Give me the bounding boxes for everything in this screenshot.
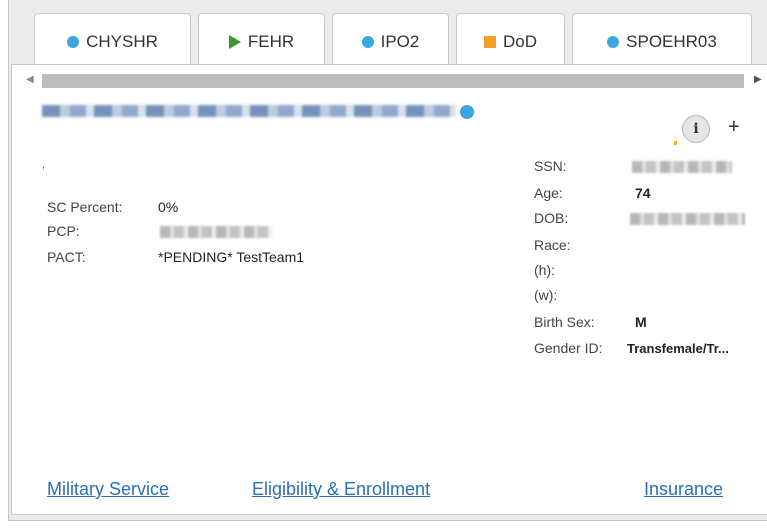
tab-dod[interactable]: DoD	[456, 13, 565, 65]
scroll-left-icon[interactable]: ◀	[26, 74, 34, 85]
insurance-link[interactable]: Insurance	[644, 479, 723, 500]
status-square-icon	[483, 36, 496, 48]
tab-label: DoD	[502, 32, 537, 51]
patient-details-panel: ◀ ▶ i + , SC Percent: 0% PCP: PACT: *PEN…	[11, 64, 767, 515]
add-icon[interactable]: +	[728, 117, 740, 137]
military-service-link[interactable]: Military Service	[47, 479, 169, 500]
status-dot-icon	[361, 36, 374, 48]
birth-sex-label: Birth Sex:	[534, 314, 595, 330]
marker-icon	[674, 141, 677, 145]
tab-spoehr03[interactable]: SPOEHR03	[572, 13, 752, 65]
pact-value: *PENDING* TestTeam1	[158, 249, 305, 265]
scrollbar-thumb[interactable]	[42, 74, 744, 88]
pact-label: PACT:	[47, 249, 86, 265]
tab-chyshr[interactable]: CHYSHR	[34, 13, 191, 65]
ssn-label: SSN:	[534, 158, 567, 174]
scroll-right-icon[interactable]: ▶	[754, 74, 762, 85]
race-label: Race:	[534, 237, 571, 253]
ssn-value-redacted	[632, 161, 732, 173]
sc-percent-value: 0%	[158, 199, 179, 215]
tab-fehr[interactable]: FEHR	[198, 13, 325, 65]
gender-id-value: Transfemale/Tr...	[627, 341, 729, 356]
tab-label: IPO2	[380, 32, 420, 51]
status-dot-icon	[460, 105, 474, 119]
status-dot-icon	[607, 36, 620, 48]
birth-sex-value: M	[635, 314, 647, 330]
pcp-label: PCP:	[47, 223, 80, 239]
tab-label: FEHR	[247, 32, 295, 51]
tab-ipo2[interactable]: IPO2	[332, 13, 449, 65]
play-triangle-icon	[228, 35, 241, 49]
info-icon[interactable]: i	[682, 115, 710, 143]
sc-percent-label: SC Percent:	[47, 199, 123, 215]
eligibility-enrollment-link[interactable]: Eligibility & Enrollment	[252, 479, 430, 500]
age-label: Age:	[534, 185, 563, 201]
patient-name-redacted	[42, 105, 456, 117]
horizontal-scrollbar[interactable]: ◀ ▶	[12, 65, 767, 97]
status-dot-icon	[67, 36, 80, 48]
dob-value-redacted	[630, 213, 745, 225]
tab-label: CHYSHR	[86, 32, 158, 51]
dob-label: DOB:	[534, 210, 569, 226]
gender-id-label: Gender ID:	[534, 340, 603, 356]
w-label: (w):	[534, 287, 558, 303]
age-value: 74	[635, 185, 651, 201]
h-label: (h):	[534, 262, 555, 278]
tab-label: SPOEHR03	[626, 32, 717, 51]
separator-mark: ,	[42, 159, 46, 171]
pcp-value-redacted	[160, 226, 272, 238]
